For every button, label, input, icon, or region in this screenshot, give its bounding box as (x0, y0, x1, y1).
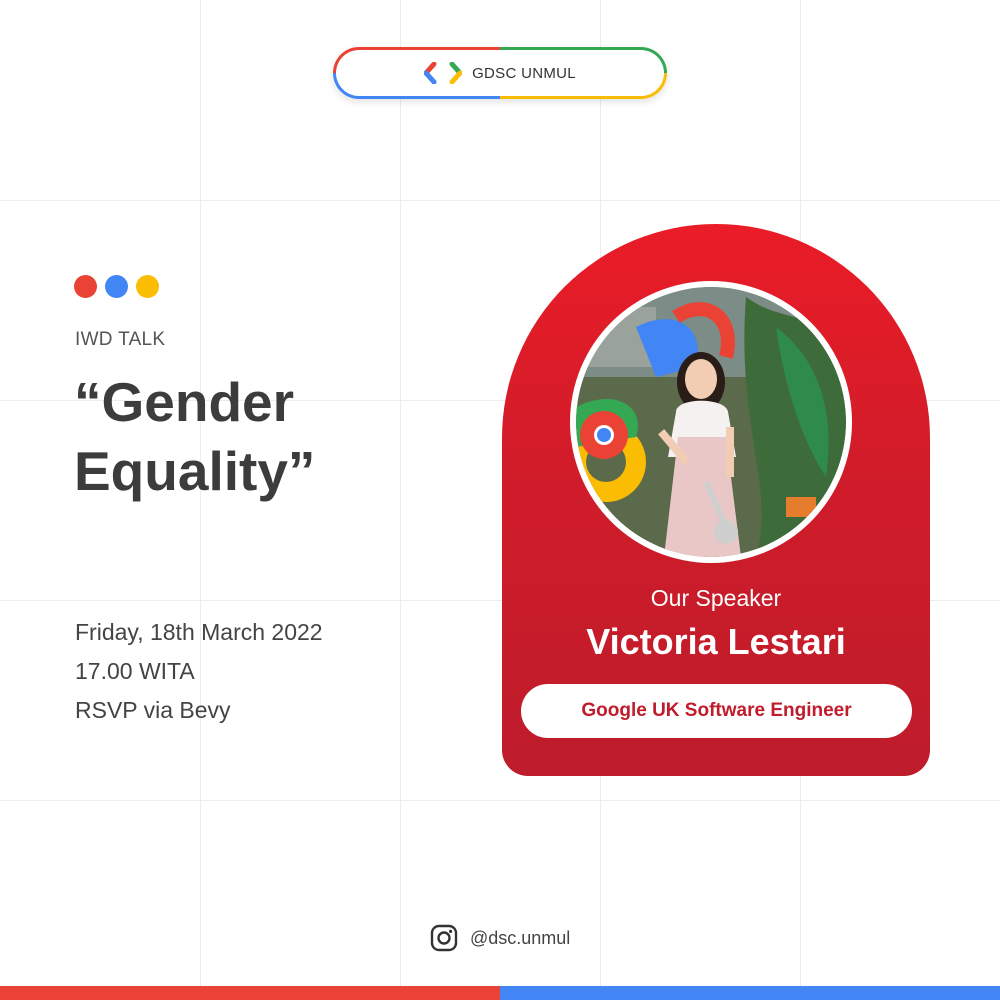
event-rsvp: RSVP via Bevy (75, 697, 231, 723)
social-handle[interactable]: @dsc.unmul (430, 924, 570, 952)
yellow-dot (136, 275, 159, 298)
red-dot (74, 275, 97, 298)
speaker-photo-frame (570, 281, 852, 563)
brand-name: GDSC UNMUL (472, 64, 576, 82)
bottom-bar-blue (500, 986, 1000, 1000)
gdsc-brackets-logo-icon (424, 62, 463, 84)
blue-dot (105, 275, 128, 298)
speaker-role: Google UK Software Engineer (581, 700, 852, 721)
speaker-role-badge: Google UK Software Engineer (521, 684, 912, 738)
event-time: 17.00 WITA (75, 658, 195, 684)
bottom-bar-red (0, 986, 500, 1000)
speaker-label: Our Speaker (650, 585, 782, 611)
bottom-color-bar (0, 986, 1000, 1000)
google-color-dots (74, 275, 159, 298)
event-category: IWD TALK (75, 329, 166, 350)
event-title: “Gender Equality” (74, 371, 316, 502)
instagram-icon (430, 924, 458, 952)
speaker-photo (576, 287, 846, 557)
event-date: Friday, 18th March 2022 (75, 619, 323, 645)
instagram-handle: @dsc.unmul (470, 927, 571, 948)
event-details: Friday, 18th March 2022 17.00 WITA RSVP … (75, 613, 323, 730)
speaker-name: Victoria Lestari (586, 621, 846, 662)
gdsc-header-pill: GDSC UNMUL (333, 47, 667, 99)
